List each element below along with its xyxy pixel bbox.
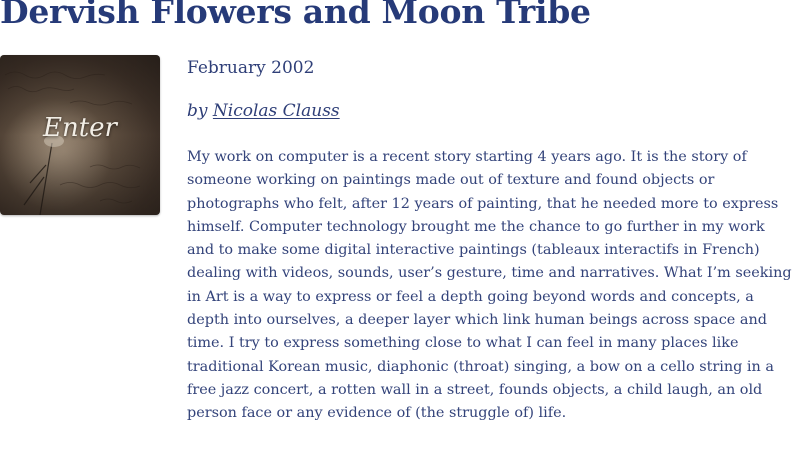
by-prefix: by (187, 101, 208, 121)
publication-date: February 2002 (187, 58, 315, 78)
author-line: by Nicolas Clauss (187, 101, 340, 121)
author-link[interactable]: Nicolas Clauss (213, 101, 340, 121)
enter-thumbnail-link[interactable]: Enter (0, 55, 160, 215)
enter-label[interactable]: Enter (0, 113, 160, 143)
page-title: Dervish Flowers and Moon Tribe (0, 0, 591, 31)
artist-statement: My work on computer is a recent story st… (187, 149, 792, 422)
page: Dervish Flowers and Moon Tribe Enter Feb… (0, 0, 800, 450)
